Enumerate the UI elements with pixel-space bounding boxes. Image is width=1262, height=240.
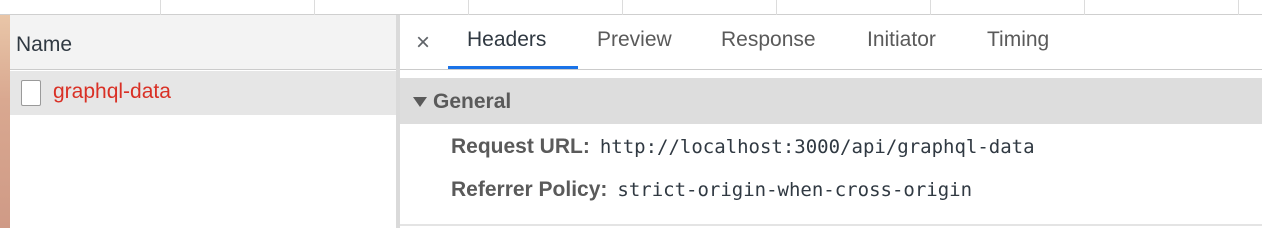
- general-section-header[interactable]: General: [400, 78, 1262, 124]
- referrer-policy-label: Referrer Policy:: [451, 178, 608, 201]
- active-tab-indicator: [448, 66, 578, 69]
- column-tick: [468, 0, 469, 15]
- column-tick: [160, 0, 161, 15]
- column-tick: [930, 0, 931, 15]
- request-row[interactable]: graphql-data: [10, 71, 396, 115]
- tab-headers[interactable]: Headers: [467, 28, 546, 52]
- request-url-value: http://localhost:3000/api/graphql-data: [599, 136, 1035, 158]
- request-url-row: Request URL: http://localhost:3000/api/gr…: [451, 135, 1035, 159]
- column-tick: [622, 0, 623, 15]
- name-column-header[interactable]: Name: [10, 15, 396, 70]
- referrer-policy-value: strict-origin-when-cross-origin: [617, 179, 973, 201]
- expand-triangle-icon: [413, 97, 427, 107]
- tab-initiator[interactable]: Initiator: [867, 28, 936, 52]
- name-column-label: Name: [16, 33, 73, 56]
- general-section-title: General: [433, 90, 512, 113]
- tab-timing[interactable]: Timing: [987, 28, 1049, 52]
- request-url-label: Request URL:: [451, 135, 590, 158]
- desktop-background-edge: [0, 15, 10, 228]
- column-tick: [314, 0, 315, 15]
- close-icon[interactable]: ×: [416, 29, 430, 57]
- column-tick: [1238, 0, 1239, 15]
- column-tick: [1084, 0, 1085, 15]
- tab-preview[interactable]: Preview: [597, 28, 672, 52]
- top-column-strip: [0, 0, 1262, 15]
- tab-response[interactable]: Response: [721, 28, 816, 52]
- request-name: graphql-data: [53, 80, 171, 103]
- document-icon: [21, 80, 41, 106]
- request-detail-pane: × Headers Preview Response Initiator Tim…: [400, 15, 1262, 228]
- column-tick: [776, 0, 777, 15]
- detail-tab-bar: × Headers Preview Response Initiator Tim…: [400, 15, 1262, 70]
- request-list-pane: Name graphql-data: [10, 15, 396, 228]
- referrer-policy-row: Referrer Policy: strict-origin-when-cross…: [451, 178, 972, 202]
- section-divider: [400, 224, 1262, 226]
